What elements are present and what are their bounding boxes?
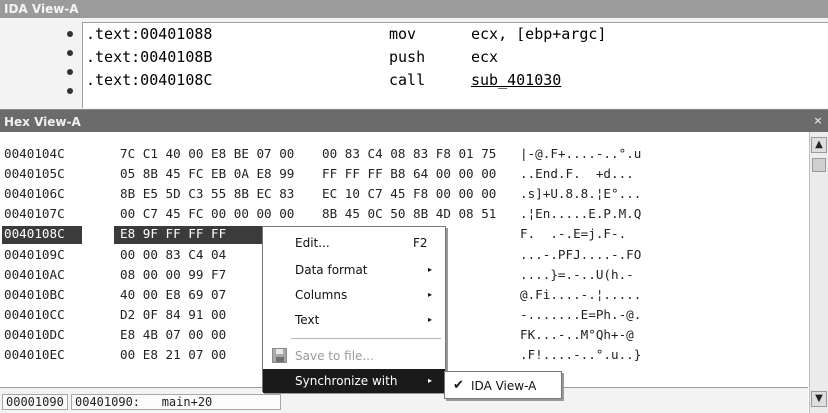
disasm-line[interactable]: .text:00401088 mov ecx, [ebp+argc] bbox=[86, 25, 606, 45]
close-icon[interactable]: × bbox=[812, 115, 824, 127]
menu-item-label: Save to file... bbox=[295, 349, 374, 363]
disasm-operands[interactable]: sub_401030 bbox=[471, 71, 561, 89]
menu-item-synchronize-with[interactable]: Synchronize with ▸ bbox=[263, 369, 445, 393]
hex-row-ascii[interactable]: ..End.F. +d... bbox=[520, 166, 634, 181]
hex-row-bytes-left[interactable]: E8 4B 07 00 00 bbox=[120, 327, 226, 342]
hex-row-bytes-right[interactable]: FF FF FF B8 64 00 00 00 bbox=[322, 166, 496, 181]
scroll-up-icon[interactable]: ▲ bbox=[811, 137, 827, 153]
line-bullet-icon bbox=[67, 88, 73, 94]
hex-row-address[interactable]: 0040105C bbox=[4, 166, 65, 181]
hex-row-bytes-left[interactable]: E8 9F FF FF FF bbox=[120, 226, 226, 241]
submenu-arrow-icon: ▸ bbox=[428, 290, 433, 299]
hex-row-bytes-left[interactable]: 08 00 00 99 F7 bbox=[120, 267, 226, 282]
hex-row-bytes-left[interactable]: 00 00 83 C4 04 bbox=[120, 247, 226, 262]
submenu-arrow-icon: ▸ bbox=[428, 376, 433, 385]
menu-item-edit[interactable]: Edit... F2 bbox=[263, 231, 445, 255]
floppy-disk-icon bbox=[272, 348, 287, 363]
submenu-item-ida-view-a[interactable]: ✔ IDA View-A bbox=[449, 375, 559, 397]
menu-item-text[interactable]: Text ▸ bbox=[263, 308, 445, 332]
synchronize-submenu: ✔ IDA View-A bbox=[444, 371, 562, 399]
checkmark-icon: ✔ bbox=[453, 378, 464, 393]
disasm-mnemonic: call bbox=[389, 71, 426, 89]
disasm-mnemonic: push bbox=[389, 48, 426, 66]
hex-row-bytes-left[interactable]: D2 0F 84 91 00 bbox=[120, 307, 226, 322]
disasm-line[interactable]: .text:0040108C call sub_401030 bbox=[86, 71, 561, 91]
hex-view-title-label: Hex View-A bbox=[4, 115, 81, 129]
hex-row-ascii[interactable]: .s]+U.8.8.¦E°... bbox=[520, 186, 641, 201]
hex-row-ascii[interactable]: F. .-.E=j.F-. bbox=[520, 226, 626, 241]
line-bullet-icon bbox=[67, 31, 73, 37]
ida-view-title[interactable]: IDA View-A bbox=[0, 0, 828, 18]
hex-row-address[interactable]: 004010CC bbox=[4, 307, 65, 322]
menu-item-columns[interactable]: Columns ▸ bbox=[263, 283, 445, 307]
menu-item-label: Data format bbox=[295, 263, 368, 277]
menu-item-save-to-file[interactable]: Save to file... bbox=[263, 344, 445, 368]
hex-row-address[interactable]: 004010EC bbox=[4, 347, 65, 362]
hex-row-address[interactable]: 0040107C bbox=[4, 206, 65, 221]
hex-row-bytes-left[interactable]: 00 C7 45 FC 00 00 00 00 bbox=[120, 206, 294, 221]
hex-row-address[interactable]: 004010AC bbox=[4, 267, 65, 282]
menu-item-label: Text bbox=[295, 313, 320, 327]
submenu-item-label: IDA View-A bbox=[471, 379, 537, 393]
disasm-operands: ecx bbox=[471, 48, 499, 66]
hex-view-title[interactable]: Hex View-A × bbox=[0, 110, 828, 132]
context-menu: Edit... F2 Data format ▸ Columns ▸ Text … bbox=[262, 226, 446, 393]
scroll-down-icon[interactable]: ▼ bbox=[811, 391, 827, 407]
status-file-offset: 00001090 bbox=[2, 394, 68, 410]
hex-row-bytes-left[interactable]: 05 8B 45 FC EB 0A E8 99 bbox=[120, 166, 294, 181]
menu-item-label: Edit... bbox=[295, 236, 330, 250]
vertical-scrollbar[interactable]: ▲ ▼ bbox=[809, 132, 828, 413]
disasm-line[interactable]: .text:0040108B push ecx bbox=[86, 48, 498, 68]
hex-row-ascii[interactable]: .F!....-..°.u..} bbox=[520, 347, 641, 362]
disasm-address: .text:0040108B bbox=[86, 48, 213, 66]
hex-row-address[interactable]: 0040106C bbox=[4, 186, 65, 201]
status-location: 00401090: main+20 bbox=[71, 394, 281, 410]
hex-row-bytes-right[interactable]: 8B 45 0C 50 8B 4D 08 51 bbox=[322, 206, 496, 221]
disasm-mnemonic: mov bbox=[389, 25, 417, 43]
hex-row-bytes-left[interactable]: 8B E5 5D C3 55 8B EC 83 bbox=[120, 186, 294, 201]
hex-row-address[interactable]: 004010DC bbox=[4, 327, 65, 342]
hex-row-ascii[interactable]: ....}=.-..U(h.- bbox=[520, 267, 634, 282]
menu-item-label: Synchronize with bbox=[295, 374, 398, 388]
hex-row-address[interactable]: 0040109C bbox=[4, 247, 65, 262]
hex-row-bytes-left[interactable]: 40 00 E8 69 07 bbox=[120, 287, 226, 302]
hex-row-ascii[interactable]: |-@.F+....-..°.u bbox=[520, 146, 641, 161]
line-bullet-icon bbox=[67, 50, 73, 56]
hex-row-bytes-right[interactable]: EC 10 C7 45 F8 00 00 00 bbox=[322, 186, 496, 201]
hex-row-ascii[interactable]: FK...-..M°Qh+-@ bbox=[520, 327, 634, 342]
disasm-address: .text:0040108C bbox=[86, 71, 213, 89]
menu-separator bbox=[291, 338, 441, 339]
hex-row-bytes-left[interactable]: 00 E8 21 07 00 bbox=[120, 347, 226, 362]
hex-row-ascii[interactable]: ...-.PFJ....-.FO bbox=[520, 247, 641, 262]
menu-item-shortcut: F2 bbox=[413, 236, 428, 250]
submenu-arrow-icon: ▸ bbox=[428, 315, 433, 324]
disasm-address: .text:00401088 bbox=[86, 25, 213, 43]
hex-row-ascii[interactable]: .¦En.....E.P.M.Q bbox=[520, 206, 641, 221]
hex-row-address[interactable]: 0040108C bbox=[4, 226, 65, 241]
submenu-arrow-icon: ▸ bbox=[428, 265, 433, 274]
hex-row-ascii[interactable]: -.......E=Ph.-@. bbox=[520, 307, 641, 322]
hex-row-address[interactable]: 004010BC bbox=[4, 287, 65, 302]
hex-row-bytes-left[interactable]: 7C C1 40 00 E8 BE 07 00 bbox=[120, 146, 294, 161]
line-bullet-icon bbox=[67, 69, 73, 75]
scroll-thumb[interactable] bbox=[812, 158, 826, 172]
hex-row-ascii[interactable]: @.Fi....-.¦..... bbox=[520, 287, 641, 302]
menu-item-label: Columns bbox=[295, 288, 348, 302]
menu-item-data-format[interactable]: Data format ▸ bbox=[263, 258, 445, 282]
hex-row-address[interactable]: 0040104C bbox=[4, 146, 65, 161]
hex-row-bytes-right[interactable]: 00 83 C4 08 83 F8 01 75 bbox=[322, 146, 496, 161]
disasm-operands: ecx, [ebp+argc] bbox=[471, 25, 607, 43]
